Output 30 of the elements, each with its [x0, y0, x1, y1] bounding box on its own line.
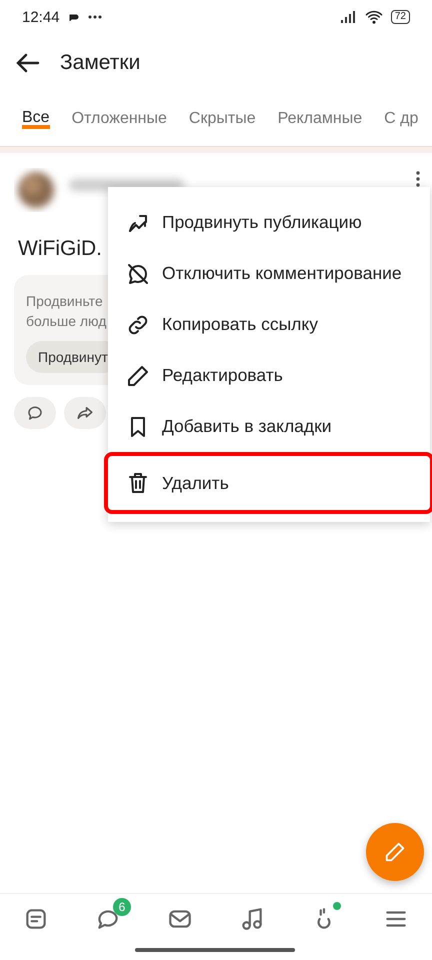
more-icon: [88, 15, 102, 19]
compose-button[interactable]: [366, 823, 424, 881]
trash-icon: [126, 471, 150, 495]
comment-icon: [26, 404, 44, 422]
count-badge: 6: [113, 898, 131, 916]
promo-text: больше люд: [26, 312, 106, 331]
page-title: Заметки: [60, 51, 140, 75]
comment-off-icon: [126, 262, 150, 286]
clock: 12:44: [22, 8, 60, 26]
tab[interactable]: Скрытые: [188, 92, 256, 129]
post-title: WiFiGiD.: [18, 237, 103, 261]
menu-item[interactable]: Добавить в закладки: [108, 401, 430, 452]
tab[interactable]: С др: [384, 92, 418, 129]
menu-item[interactable]: Продвинуть публикацию: [108, 197, 430, 248]
wifi-icon: [364, 8, 383, 26]
comment-button[interactable]: [14, 397, 56, 429]
tab[interactable]: Все: [22, 92, 50, 129]
signal-icon: [340, 11, 357, 23]
menu-item[interactable]: Удалить: [104, 452, 432, 514]
share-icon: [76, 404, 94, 422]
battery-icon: 72: [390, 10, 410, 24]
menu-item[interactable]: Отключить комментирование: [108, 248, 430, 299]
pencil-icon: [384, 841, 406, 863]
tab[interactable]: Отложенные: [72, 92, 167, 129]
tab[interactable]: Рекламные: [278, 92, 362, 129]
back-icon[interactable]: [16, 53, 40, 73]
pencil-icon: [126, 364, 150, 388]
more-icon[interactable]: [416, 171, 420, 187]
share-button[interactable]: [64, 397, 106, 429]
promo-text: Продвиньте: [26, 292, 103, 311]
